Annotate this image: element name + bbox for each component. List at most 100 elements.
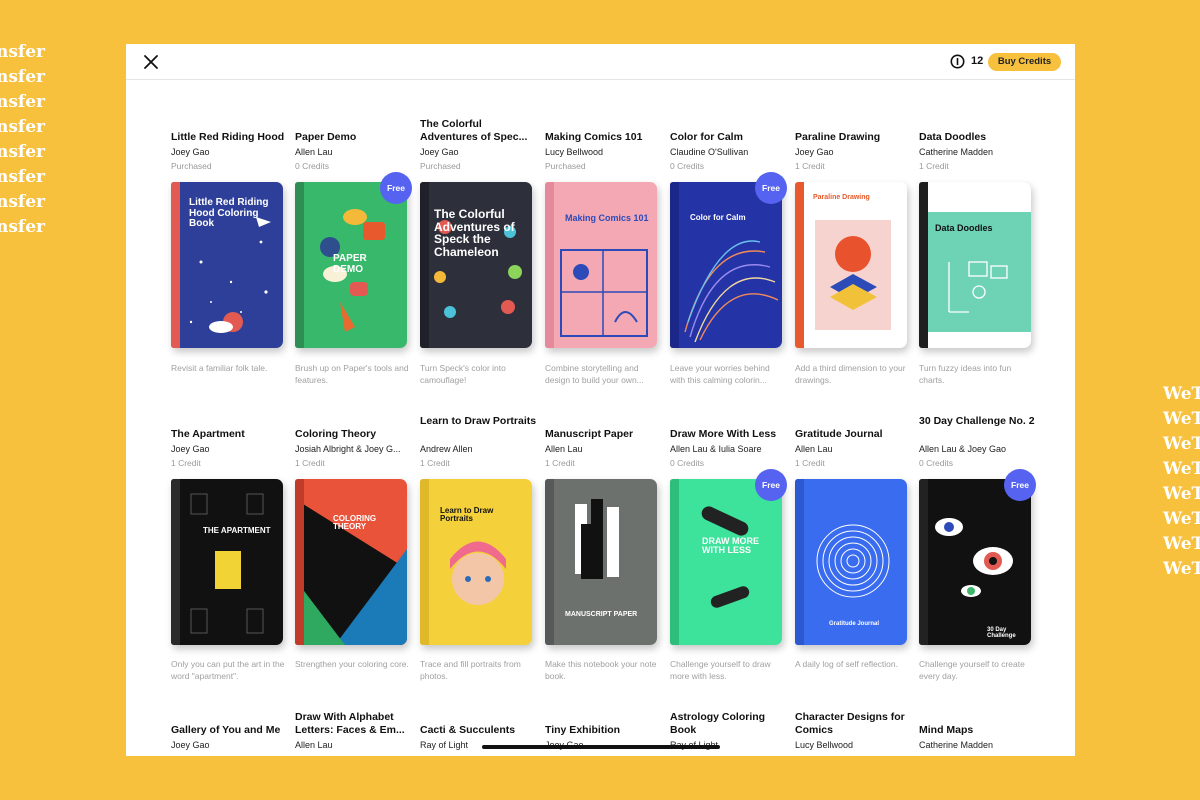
book-description: Challenge yourself to draw more with les… xyxy=(670,659,771,681)
book-spine xyxy=(171,182,180,348)
background-word: nsfer xyxy=(0,117,46,137)
book-author: Joey Gao xyxy=(171,444,210,454)
book-author: Joey Gao xyxy=(795,147,834,157)
book-cover[interactable]: The Colorful Adventures of Speck the Cha… xyxy=(420,182,532,348)
book-title: Gallery of You and Me xyxy=(171,724,281,736)
book-title: Making Comics 101 xyxy=(545,131,643,143)
book-author: Josiah Albright & Joey G... xyxy=(295,444,401,454)
buy-credits-button[interactable]: Buy Credits xyxy=(988,53,1061,71)
book-cover[interactable]: COLORING THEORY xyxy=(295,479,407,645)
book-price: Purchased xyxy=(545,161,586,171)
cover-art xyxy=(295,479,407,645)
book-cover[interactable]: Data Doodles xyxy=(919,182,1031,348)
background-word: nsfer xyxy=(0,217,46,237)
book-description: Revisit a familiar folk tale. xyxy=(171,363,268,373)
book-price: 0 Credits xyxy=(295,161,330,171)
book-description: Brush up on Paper's tools and features. xyxy=(295,363,409,385)
home-indicator xyxy=(482,745,720,749)
book-meta: Allen Lau 1 Credit xyxy=(295,740,413,756)
book-title: Little Red Riding Hood xyxy=(171,131,285,143)
close-icon xyxy=(144,55,158,69)
book-title: Cacti & Succulents xyxy=(420,724,516,736)
book-description: Turn fuzzy ideas into fun charts. xyxy=(919,363,1012,385)
book-title: Tiny Exhibition xyxy=(545,724,621,736)
book-author: Allen Lau & Joey Gao xyxy=(919,444,1007,454)
book-author: Catherine Madden xyxy=(919,147,994,157)
book-description: A daily log of self reflection. xyxy=(795,659,899,669)
book-price: 1 Credit xyxy=(171,458,201,468)
book-price: 0 Credits xyxy=(670,458,705,468)
cover-art xyxy=(171,479,283,645)
book-price: 1 Credit xyxy=(795,754,825,756)
book-cover[interactable]: PAPER DEMO xyxy=(295,182,407,348)
background-word: WeT xyxy=(1163,509,1200,529)
book-spine xyxy=(919,479,928,645)
background-word: nsfer xyxy=(0,92,46,112)
book-author: Allen Lau xyxy=(545,444,583,454)
book-title: Coloring Theory xyxy=(295,428,377,440)
book-cover[interactable]: Gratitude Journal xyxy=(795,479,907,645)
book-title: Paper Demo xyxy=(295,131,357,143)
background-text-right: WeT WeT WeT WeT WeT WeT WeT WeT xyxy=(1163,382,1200,582)
book-price: 1 Credit xyxy=(295,458,325,468)
book-description: Strengthen your coloring core. xyxy=(295,659,409,669)
credit-count: 12 xyxy=(971,55,984,67)
free-badge: Free xyxy=(1004,469,1036,501)
book-price: 0 Credits xyxy=(670,161,705,171)
book-title: Gratitude Journal xyxy=(795,428,883,440)
book-description: Challenge yourself to create every day. xyxy=(919,659,1025,681)
cover-title: Gratitude Journal xyxy=(829,621,880,627)
close-button[interactable] xyxy=(140,51,162,73)
background-word: WeT xyxy=(1163,434,1200,454)
cover-title: Color for Calm xyxy=(690,213,746,222)
book-description: Only you can put the art in the word "ap… xyxy=(171,659,285,681)
book-cover[interactable]: MANUSCRIPT PAPER xyxy=(545,479,657,645)
background-word: nsfer xyxy=(0,67,46,87)
book-cover[interactable]: Learn to Draw Portraits xyxy=(420,479,532,645)
book-price: 1 Credit xyxy=(545,754,575,756)
book-author: Catherine Madden xyxy=(919,740,994,750)
book-spine xyxy=(171,479,180,645)
free-badge: Free xyxy=(755,469,787,501)
book-description: Trace and fill portraits from photos. xyxy=(420,659,521,681)
cover-title: DRAW MORE WITH LESS xyxy=(702,536,759,556)
book-title: Mind Maps xyxy=(919,724,974,736)
book-cover[interactable]: THE APARTMENT xyxy=(171,479,283,645)
cover-title: Making Comics 101 xyxy=(565,213,649,223)
book-price: 1 Credit xyxy=(420,754,450,756)
book-description: Turn Speck's color into camouflage! xyxy=(420,363,506,385)
background-word: nsfer xyxy=(0,167,46,187)
book-cover[interactable]: Little Red Riding Hood Coloring Book xyxy=(171,182,283,348)
book-price: 0 Credits xyxy=(919,458,954,468)
book-spine xyxy=(545,479,554,645)
cover-title: Learn to Draw Portraits xyxy=(440,506,494,524)
book-author: Joey Gao xyxy=(420,147,459,157)
book-price: Purchased xyxy=(420,161,461,171)
book-price: 1 Credit xyxy=(171,754,201,756)
book-author: Allen Lau & Iulia Soare xyxy=(670,444,762,454)
cover-art xyxy=(420,479,532,645)
book-spine xyxy=(295,479,304,645)
background-word: WeT xyxy=(1163,484,1200,504)
book-price: 1 Credit xyxy=(795,458,825,468)
book-price: Purchased xyxy=(171,161,212,171)
book-title: 30 Day Challenge No. 2 xyxy=(919,415,1035,427)
book-price: 1 Credit xyxy=(545,458,575,468)
cover-title: Data Doodles xyxy=(935,223,993,233)
book-meta: Catherine Madden 1 Credit xyxy=(919,740,1037,756)
book-cover[interactable]: Making Comics 101 xyxy=(545,182,657,348)
background-word: nsfer xyxy=(0,42,46,62)
book-author: Lucy Bellwood xyxy=(545,147,604,157)
book-spine xyxy=(670,479,679,645)
book-cover[interactable]: Paraline Drawing xyxy=(795,182,907,348)
book-title: The Colorful Adventures of Spec... xyxy=(420,118,528,143)
book-title: Astrology Coloring Book xyxy=(670,711,766,736)
book-spine xyxy=(670,182,679,348)
free-badge: Free xyxy=(755,172,787,204)
book-author: Andrew Allen xyxy=(420,444,473,454)
book-description: Make this notebook your note book. xyxy=(545,659,657,681)
book-cover[interactable]: DRAW MORE WITH LESS xyxy=(670,479,782,645)
book-cover[interactable]: 30 Day Challenge xyxy=(919,479,1031,645)
book-cover[interactable]: Color for Calm xyxy=(670,182,782,348)
book-title: Paraline Drawing xyxy=(795,131,881,143)
